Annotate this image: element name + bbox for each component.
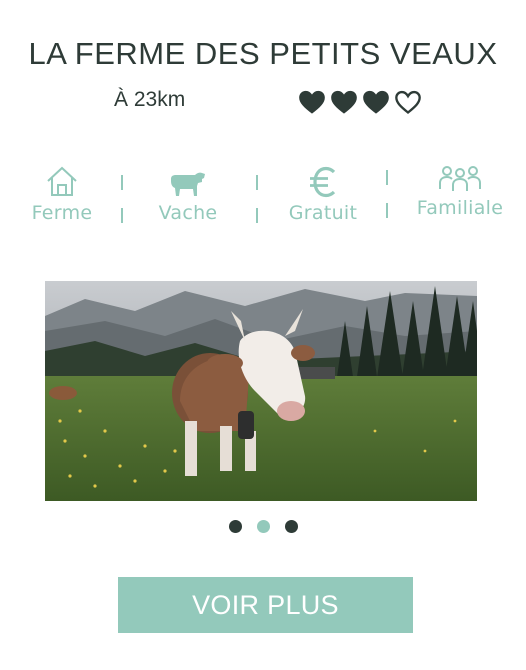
divider [386,203,388,218]
divider [121,208,123,223]
feature-ferme: Ferme [22,162,102,224]
feature-strip: Ferme Vache Gratuit Familiale [0,162,526,232]
cow-meadow-photo [45,281,477,501]
farm-title: LA FERME DES PETITS VEAUX [28,36,498,71]
carousel-dot[interactable] [228,520,242,533]
feature-label: Ferme [31,202,93,224]
feature-familiale: Familiale [414,157,506,219]
heart-filled-icon [299,90,325,114]
carousel-image[interactable] [45,281,477,501]
euro-icon [310,166,336,198]
heart-filled-icon [363,90,389,114]
feature-label: Vache [158,202,218,224]
heart-rating [298,89,422,115]
distance-label: À 23km [114,88,186,111]
divider [256,175,258,190]
carousel-dots [0,520,526,533]
divider [121,175,123,190]
heart-filled-icon [331,90,357,114]
feature-label: Gratuit [288,202,358,224]
carousel-dot[interactable] [284,520,298,533]
divider [256,208,258,223]
family-icon [439,166,481,191]
feature-label: Familiale [416,197,504,219]
carousel-dot-active[interactable] [256,520,270,533]
house-icon [47,166,77,196]
feature-gratuit: Gratuit [283,162,363,224]
cow-icon [171,172,205,196]
voir-plus-button[interactable]: VOIR PLUS [118,577,413,633]
divider [386,170,388,185]
heart-outline-icon [395,90,421,114]
feature-vache: Vache [148,162,228,224]
